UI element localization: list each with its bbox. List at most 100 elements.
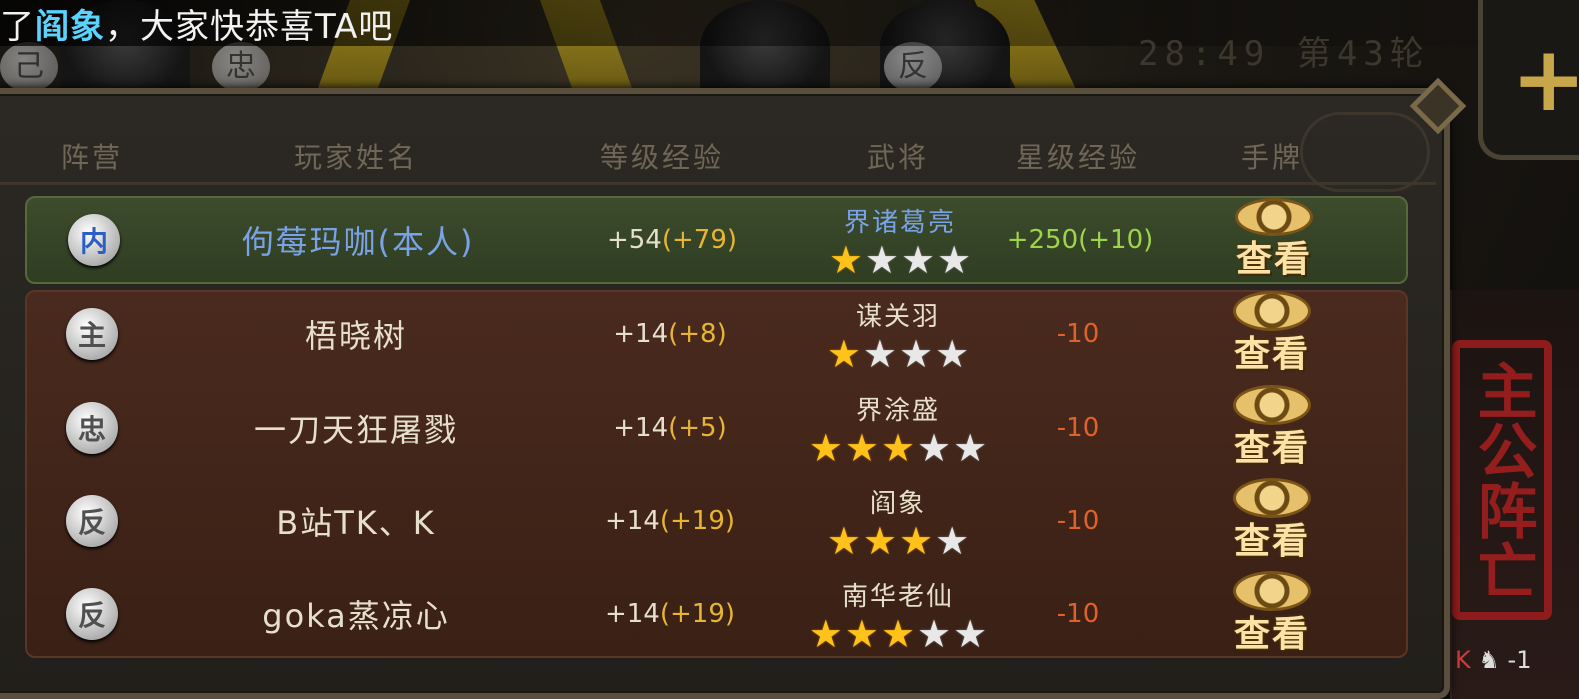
star-filled-icon: ★ — [826, 518, 861, 563]
star-filled-icon: ★ — [844, 611, 879, 656]
star-rating: ★ ★ ★ ★ — [827, 522, 969, 560]
view-hand-button[interactable]: 查看 — [1233, 477, 1311, 565]
round-timer: 28:49 第43轮 — [1138, 34, 1430, 74]
star-empty-icon: ★ — [935, 518, 970, 563]
general-cell: 南华老仙 ★ ★ ★ ★ ★ — [809, 570, 987, 658]
faction-token: 忠 — [66, 402, 118, 454]
general-cell: 阎象 ★ ★ ★ ★ — [827, 477, 969, 565]
announcement-prefix: 了 — [0, 6, 35, 47]
player-name-cell: 一刀天狂屠戮 — [254, 384, 458, 472]
star-exp-value: -10 — [1056, 599, 1100, 629]
faction-token: 反 — [66, 588, 118, 640]
star-exp-value: -10 — [1056, 506, 1100, 536]
add-button[interactable]: + — [1478, 0, 1579, 160]
level-exp-cell: +54 (+79) — [607, 198, 737, 282]
player-name: 梧晓树 — [304, 317, 408, 355]
view-hand-button[interactable]: 查看 — [1233, 570, 1311, 658]
level-exp-cell: +14 (+19) — [605, 477, 735, 565]
general-name: 界涂盛 — [855, 395, 941, 426]
header-level-exp: 等级经验 — [599, 141, 725, 174]
level-exp-bonus: (+79) — [661, 225, 738, 255]
star-filled-icon: ★ — [899, 518, 934, 563]
header-general: 武将 — [866, 141, 930, 174]
faction-cell: 忠 — [66, 384, 118, 472]
faction-token: 内 — [68, 214, 120, 266]
faction-cell: 主 — [66, 290, 118, 378]
faction-token: 反 — [66, 495, 118, 547]
header-hand: 手牌 — [1240, 141, 1304, 174]
player-row: 反 goka蒸凉心 +14 (+19) 南华老仙 ★ ★ ★ ★ ★ -10 查看 — [25, 570, 1408, 658]
star-empty-icon: ★ — [901, 237, 936, 282]
level-exp-cell: +14 (+5) — [613, 384, 727, 472]
level-exp-value: +54 — [606, 225, 662, 255]
view-hand-button[interactable]: 查看 — [1235, 198, 1313, 282]
star-rating: ★ ★ ★ ★ ★ — [809, 429, 987, 467]
star-filled-icon: ★ — [808, 425, 843, 470]
plus-icon: + — [1511, 27, 1579, 132]
general-name: 界诸葛亮 — [843, 207, 956, 238]
star-exp-cell: -10 — [1057, 477, 1099, 565]
player-name: B站TK、K — [276, 504, 436, 542]
star-filled-icon: ★ — [880, 425, 916, 470]
star-empty-icon: ★ — [917, 425, 952, 470]
star-exp-value: -10 — [1056, 413, 1100, 443]
player-name-cell: 梧晓树 — [305, 290, 407, 378]
header-faction: 阵营 — [60, 141, 124, 174]
level-exp-bonus: (+19) — [659, 506, 736, 536]
star-filled-icon: ★ — [826, 331, 861, 376]
header-divider — [0, 182, 1436, 185]
view-hand-button[interactable]: 查看 — [1233, 384, 1311, 472]
lord-dead-seal: 主公阵亡 — [1452, 340, 1552, 620]
player-name: 佝莓玛咖 — [241, 223, 378, 261]
bottom-k-label: K — [1455, 646, 1471, 674]
table-header: 阵营 玩家姓名 等级经验 武将 星级经验 手牌 — [0, 136, 1440, 176]
star-rating: ★ ★ ★ ★ — [827, 335, 969, 373]
faction-cell: 反 — [66, 477, 118, 565]
level-exp-bonus: (+8) — [668, 319, 727, 349]
player-name: 一刀天狂屠戮 — [253, 411, 459, 449]
star-exp-value: -10 — [1056, 319, 1100, 349]
player-row-self: 内佝莓玛咖 (本人) +54 (+79) 界诸葛亮 ★ ★ ★ ★ +250(+10) 查看 — [25, 196, 1408, 284]
faction-token: 主 — [66, 308, 118, 360]
star-filled-icon: ★ — [808, 611, 843, 656]
star-empty-icon: ★ — [953, 611, 988, 656]
general-cell: 谋关羽 ★ ★ ★ ★ — [827, 290, 969, 378]
announcement-highlight: 阎象 — [35, 6, 105, 47]
level-exp-value: +14 — [613, 413, 669, 443]
level-exp-bonus: (+5) — [668, 413, 727, 443]
view-hand-label: 查看 — [1235, 238, 1312, 280]
star-filled-icon: ★ — [880, 611, 916, 656]
star-empty-icon: ★ — [864, 237, 899, 282]
star-filled-icon: ★ — [844, 425, 879, 470]
level-exp-value: +14 — [613, 319, 669, 349]
horse-icon: ♞ — [1478, 646, 1500, 674]
player-name-cell: B站TK、K — [276, 477, 435, 565]
star-rating: ★ ★ ★ ★ — [829, 241, 971, 279]
header-player-name: 玩家姓名 — [293, 141, 419, 174]
star-exp-cell: -10 — [1057, 384, 1099, 472]
star-empty-icon: ★ — [917, 611, 952, 656]
general-cell: 界涂盛 ★ ★ ★ ★ ★ — [809, 384, 987, 472]
level-exp-value: +14 — [604, 599, 660, 629]
announcement-suffix: ，大家快恭喜TA吧 — [105, 6, 394, 47]
view-hand-button[interactable]: 查看 — [1233, 290, 1311, 378]
star-exp-cell: -10 — [1057, 570, 1099, 658]
general-name: 南华老仙 — [841, 581, 955, 612]
level-exp-cell: +14 (+8) — [613, 290, 727, 378]
star-empty-icon: ★ — [953, 425, 988, 470]
view-hand-label: 查看 — [1233, 427, 1310, 469]
player-name: goka蒸凉心 — [262, 597, 450, 635]
player-name-cell: goka蒸凉心 — [262, 570, 449, 658]
background-role-token: 忠 — [212, 42, 270, 92]
star-exp-cell: -10 — [1057, 290, 1099, 378]
faction-cell: 反 — [66, 570, 118, 658]
star-empty-icon: ★ — [862, 331, 897, 376]
general-name: 阎象 — [869, 488, 926, 519]
player-name-cell: 佝莓玛咖 (本人) — [242, 198, 475, 282]
general-cell: 界诸葛亮 ★ ★ ★ ★ — [829, 198, 971, 282]
general-name: 谋关羽 — [855, 301, 940, 332]
background-role-token: 己 — [0, 42, 58, 92]
star-empty-icon: ★ — [935, 331, 970, 376]
star-empty-icon: ★ — [937, 237, 972, 282]
faction-cell: 内 — [68, 198, 120, 282]
